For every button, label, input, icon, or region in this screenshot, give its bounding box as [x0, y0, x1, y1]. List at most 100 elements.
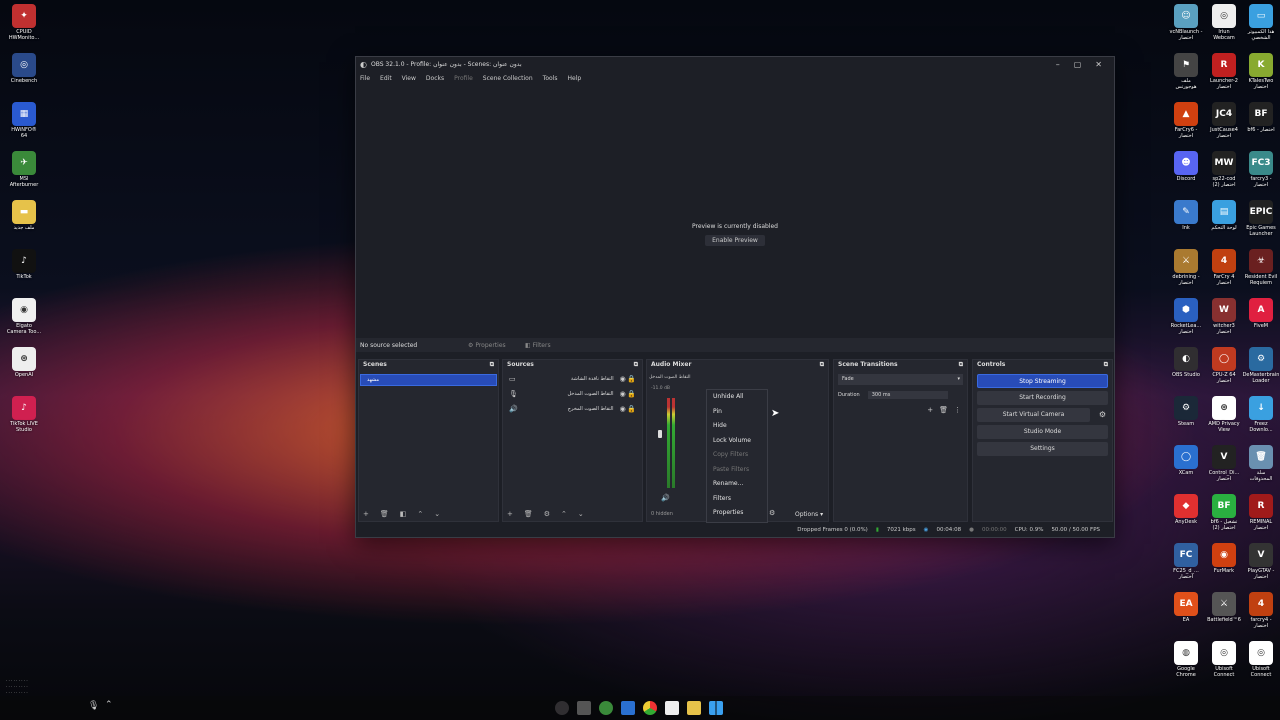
dock-undock-icon[interactable]: ⧉	[959, 361, 963, 370]
desktop-shortcut[interactable]: ▭ هذا الكمبيوتر الشخصي	[1239, 4, 1280, 42]
cinebench-icon: ◎	[12, 53, 36, 77]
desktop-shortcut[interactable]: 🗑 سلة المحذوفات	[1239, 445, 1280, 483]
mixer-channel-label[interactable]: التقاط الصوت المدخل	[649, 375, 691, 380]
menu-paste-filters[interactable]: Paste Filters	[707, 463, 767, 478]
desktop-shortcut[interactable]: ♪ TikTok	[2, 249, 46, 281]
desktop-shortcut[interactable]: ◎ Ubisoft Connect	[1239, 641, 1280, 679]
desktop-shortcut[interactable]: 4 farcry4 - اختصار	[1239, 592, 1280, 630]
desktop-shortcut[interactable]: ☣ Resident Evil Requiem	[1239, 249, 1280, 287]
menu-lock-volume[interactable]: Lock Volume	[707, 434, 767, 449]
desktop-shortcut[interactable]: ✦ CPUID HWMonito...	[2, 4, 46, 42]
menu-hide[interactable]: Hide	[707, 419, 767, 434]
folder-taskbar-icon[interactable]	[687, 701, 701, 715]
remove-scene-icon[interactable]: 🗑	[380, 510, 389, 518]
menu-unhide-all[interactable]: Unhide All	[707, 390, 767, 405]
close-icon[interactable]: ✕	[1095, 60, 1102, 69]
remove-transition-icon[interactable]: 🗑	[939, 406, 948, 414]
chrome-taskbar-icon[interactable]	[643, 701, 657, 715]
eye-icon[interactable]: ◉	[620, 375, 626, 383]
more-options-icon[interactable]: ⋮	[954, 406, 961, 414]
source-row[interactable]: 🎙 التقاط الصوت المدخل ◉ 🔒	[503, 386, 642, 401]
virtual-camera-settings-icon[interactable]: ⚙	[1099, 410, 1106, 419]
source-row[interactable]: ▭ التقاط نافذة الشاشة ◉ 🔒	[503, 371, 642, 386]
duration-input[interactable]: 300 ms	[867, 391, 948, 399]
settings-button[interactable]: Settings	[977, 442, 1108, 456]
eye-icon[interactable]: ◉	[620, 405, 626, 413]
menu-filters[interactable]: Filters	[707, 492, 767, 507]
lock-icon[interactable]: 🔒	[627, 405, 636, 413]
chevron-up-icon[interactable]: ⌃	[105, 700, 113, 710]
eye-icon[interactable]: ◉	[620, 390, 626, 398]
source-settings-icon[interactable]: ⚙	[544, 510, 550, 518]
menu-view[interactable]: View	[402, 75, 416, 82]
minimize-icon[interactable]: –	[1056, 60, 1060, 69]
desktop-shortcut[interactable]: ◎ Cinebench	[2, 53, 46, 85]
scene-item[interactable]: مشهد	[360, 374, 497, 386]
desktop-shortcut[interactable]: ▦ HWiNFO® 64	[2, 102, 46, 140]
start-recording-button[interactable]: Start Recording	[977, 391, 1108, 405]
menu-docks[interactable]: Docks	[426, 75, 444, 82]
xbox-taskbar-icon[interactable]	[599, 701, 613, 715]
windows-start-icon[interactable]	[709, 701, 723, 715]
source-row[interactable]: 🔊 التقاط الصوت المخرج ◉ 🔒	[503, 401, 642, 416]
mixer-settings-icon[interactable]: ⚙	[769, 509, 775, 517]
transition-select[interactable]: Fade ▾	[838, 374, 963, 385]
lock-icon[interactable]: 🔒	[627, 375, 636, 383]
filters-button[interactable]: ◧ Filters	[525, 342, 551, 349]
properties-button[interactable]: ⚙ Properties	[468, 342, 506, 349]
microphone-icon[interactable]: 🎙	[88, 701, 99, 711]
desktop-shortcut[interactable]: EPIC Epic Games Launcher	[1239, 200, 1280, 238]
start-virtual-camera-button[interactable]: Start Virtual Camera	[977, 408, 1090, 422]
maximize-icon[interactable]: ▢	[1074, 60, 1082, 69]
obs-titlebar[interactable]: ◐ OBS 32.1.0 - Profile: بدون عنوان - Sce…	[356, 57, 1114, 72]
mute-icon[interactable]: 🔊	[661, 494, 670, 502]
menu-pin[interactable]: Pin	[707, 405, 767, 420]
desktop-shortcut[interactable]: ↓ Freez Downlo...	[1239, 396, 1280, 434]
menu-rename[interactable]: Rename...	[707, 477, 767, 492]
add-source-icon[interactable]: +	[507, 510, 513, 518]
menu-properties[interactable]: Properties	[707, 506, 767, 521]
menu-profile[interactable]: Profile	[454, 75, 473, 82]
scene-filters-icon[interactable]: ◧	[400, 510, 407, 518]
menu-copy-filters[interactable]: Copy Filters	[707, 448, 767, 463]
add-transition-icon[interactable]: +	[927, 406, 933, 414]
dock-undock-icon[interactable]: ⧉	[634, 361, 638, 370]
options-button[interactable]: Options ▾	[795, 511, 823, 518]
desktop-shortcut[interactable]: ◉ Elgato Camera Too...	[2, 298, 46, 336]
move-down-icon[interactable]: ⌄	[434, 510, 440, 518]
desktop-shortcut[interactable]: V PlayGTAV - اختصار	[1239, 543, 1280, 581]
menu-help[interactable]: Help	[567, 75, 581, 82]
dock-undock-icon[interactable]: ⧉	[1104, 361, 1108, 370]
terminal-taskbar-icon[interactable]	[665, 701, 679, 715]
desktop-shortcut[interactable]: ▬ ملف جديد	[2, 200, 46, 232]
move-up-icon[interactable]: ⌃	[417, 510, 423, 518]
studio-mode-button[interactable]: Studio Mode	[977, 425, 1108, 439]
add-scene-icon[interactable]: +	[363, 510, 369, 518]
desktop-shortcut[interactable]: R REMINAL اختصار	[1239, 494, 1280, 532]
desktop-shortcut[interactable]: FC3 farcry3 - اختصار	[1239, 151, 1280, 189]
app2-taskbar-icon[interactable]	[621, 701, 635, 715]
menu-scene-collection[interactable]: Scene Collection	[483, 75, 533, 82]
move-down-icon[interactable]: ⌄	[578, 510, 584, 518]
desktop-shortcut[interactable]: ✈ MSI Afterburner	[2, 151, 46, 189]
menu-edit[interactable]: Edit	[380, 75, 392, 82]
witcher-icon: W	[1212, 298, 1236, 322]
desktop-shortcut[interactable]: ♪ TikTok LIVE Studio	[2, 396, 46, 434]
obs-taskbar-icon[interactable]	[555, 701, 569, 715]
desktop-shortcut[interactable]: ⚙ DeMasterbrain Loader	[1239, 347, 1280, 385]
menu-file[interactable]: File	[360, 75, 370, 82]
desktop-shortcut[interactable]: BF bf6 - اختصار	[1239, 102, 1280, 134]
enable-preview-button[interactable]: Enable Preview	[705, 235, 765, 246]
desktop-shortcut[interactable]: ⊛ OpenAI	[2, 347, 46, 379]
desktop-shortcut[interactable]: K KTalesTwo اختصار	[1239, 53, 1280, 91]
volume-slider[interactable]	[658, 430, 662, 438]
lock-icon[interactable]: 🔒	[627, 390, 636, 398]
desktop-shortcut[interactable]: A FiveM	[1239, 298, 1280, 330]
move-up-icon[interactable]: ⌃	[561, 510, 567, 518]
dock-undock-icon[interactable]: ⧉	[490, 361, 494, 370]
stop-streaming-button[interactable]: Stop Streaming	[977, 374, 1108, 388]
dock-undock-icon[interactable]: ⧉	[820, 361, 824, 370]
remove-source-icon[interactable]: 🗑	[524, 510, 533, 518]
menu-tools[interactable]: Tools	[543, 75, 558, 82]
app-taskbar-icon[interactable]	[577, 701, 591, 715]
